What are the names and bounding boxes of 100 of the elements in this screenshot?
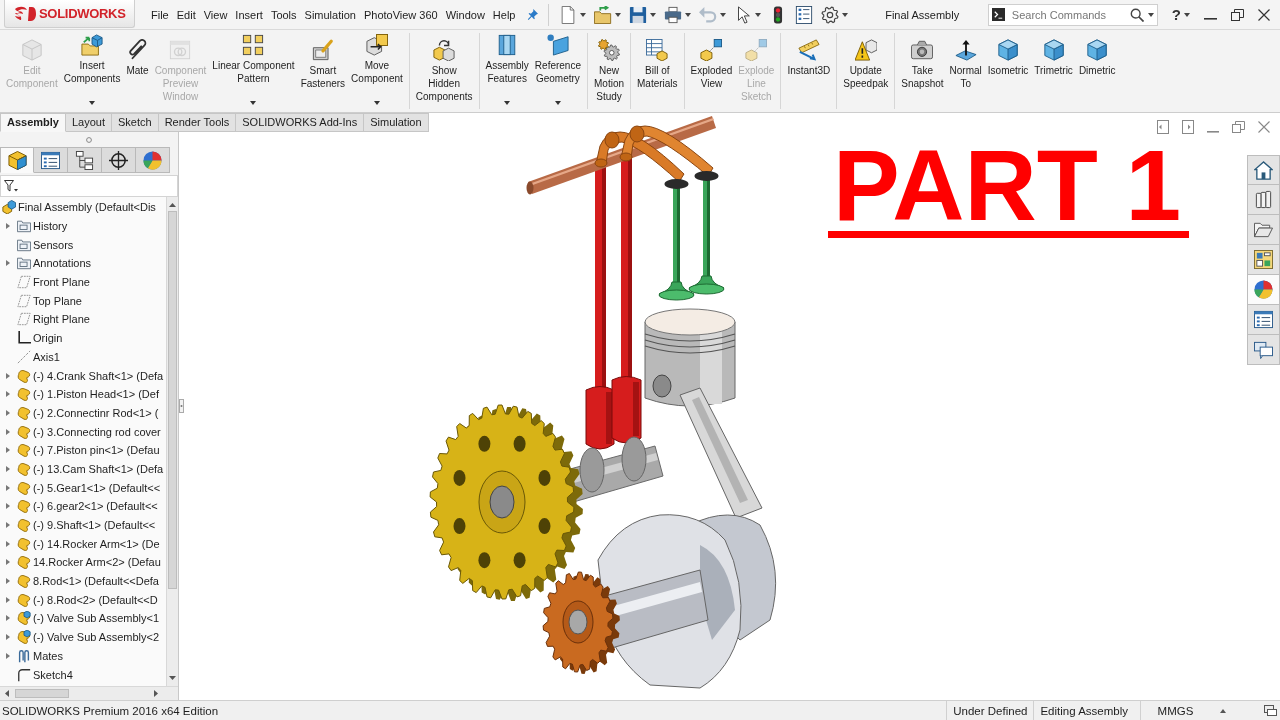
panel-tab[interactable]	[0, 147, 34, 173]
splitter-handle-icon[interactable]	[179, 399, 184, 413]
tree-item[interactable]: Sensors	[33, 238, 74, 251]
panel-right-icon[interactable]	[1182, 120, 1194, 134]
ribbon-button[interactable]: New Motion Study	[591, 30, 627, 112]
menu-item[interactable]: Simulation	[304, 8, 356, 21]
ribbon-button[interactable]: Update Speedpak	[840, 30, 892, 112]
restore-icon[interactable]	[1231, 8, 1244, 21]
expand-arrow-icon[interactable]	[6, 409, 10, 416]
tree-item[interactable]: Right Plane	[33, 313, 90, 326]
tree-item[interactable]: (-) Valve Sub Assembly<2	[33, 631, 160, 644]
task-pane-tab[interactable]	[1247, 215, 1280, 245]
logo-button[interactable]: SOLIDWORKS	[4, 0, 135, 28]
menu-item[interactable]: View	[203, 8, 228, 21]
ribbon-button[interactable]: Insert Components	[60, 30, 124, 112]
task-pane-tab[interactable]	[1247, 185, 1280, 215]
filter-field[interactable]	[0, 175, 178, 197]
ribbon-button[interactable]: Isometric	[984, 30, 1032, 112]
close-icon[interactable]	[1258, 8, 1270, 21]
menu-item[interactable]: Window	[445, 8, 485, 21]
tree-item[interactable]: (-) 14.Rocker Arm<1> (De	[33, 537, 160, 550]
menu-item[interactable]: File	[151, 8, 169, 21]
tree-item[interactable]: Origin	[33, 332, 63, 345]
menu-item[interactable]: Tools	[270, 8, 297, 21]
search-field[interactable]: Search Commands	[987, 3, 1158, 26]
tree-item[interactable]: (-) 1.Piston Head<1> (Def	[33, 388, 159, 401]
scroll-right-icon[interactable]	[154, 690, 158, 697]
expand-arrow-icon[interactable]	[6, 540, 10, 547]
caret-icon[interactable]	[504, 101, 511, 105]
panel-tab[interactable]	[68, 147, 102, 173]
tree-item[interactable]: (-) 8.Rod<2> (Default<<D	[33, 593, 158, 606]
tree-item[interactable]: (-) Valve Sub Assembly<1	[33, 612, 160, 625]
ribbon-button[interactable]: Smart Fasteners	[297, 30, 349, 112]
tree-item[interactable]: Annotations	[33, 257, 92, 270]
ribbon-button[interactable]: Show Hidden Components	[412, 30, 476, 112]
scrollbar-thumb[interactable]	[15, 689, 69, 698]
caret-icon[interactable]	[554, 101, 561, 105]
tree-item[interactable]: Front Plane	[33, 276, 90, 289]
chat-icon[interactable]	[1264, 704, 1277, 717]
command-tab[interactable]: Sketch	[112, 113, 159, 132]
caret-icon[interactable]	[685, 12, 692, 17]
vertical-scrollbar[interactable]	[166, 197, 178, 686]
caret-icon[interactable]	[615, 12, 622, 17]
ribbon-button[interactable]: Linear Component Pattern	[209, 30, 298, 112]
panel-tab[interactable]	[102, 147, 136, 173]
expand-arrow-icon[interactable]	[6, 559, 10, 566]
ribbon-button[interactable]: Bill of Materials	[634, 30, 681, 112]
scroll-down-icon[interactable]	[169, 676, 176, 680]
tree-item[interactable]: Top Plane	[33, 294, 82, 307]
expand-arrow-icon[interactable]	[6, 522, 10, 529]
caret-icon[interactable]	[580, 12, 587, 17]
caret-icon[interactable]	[373, 101, 380, 105]
menu-item[interactable]: Insert	[235, 8, 263, 21]
print-icon[interactable]	[664, 5, 683, 24]
help-menu[interactable]: ?	[1171, 6, 1181, 23]
horizontal-scrollbar[interactable]	[0, 686, 178, 700]
search-icon[interactable]	[1129, 7, 1144, 22]
tree-item[interactable]: (-) 7.Piston pin<1> (Defau	[33, 444, 160, 457]
task-pane-tab[interactable]	[1247, 305, 1280, 335]
menu-item[interactable]: Help	[492, 8, 516, 21]
tree-item[interactable]: 8.Rod<1> (Default<<Defa	[33, 575, 159, 588]
tree-item[interactable]: (-) 5.Gear1<1> (Default<<	[33, 481, 161, 494]
scroll-up-icon[interactable]	[169, 203, 176, 207]
task-pane-tab[interactable]	[1247, 275, 1280, 305]
caret-icon[interactable]	[89, 101, 96, 105]
expand-arrow-icon[interactable]	[6, 465, 10, 472]
expand-arrow-icon[interactable]	[6, 223, 10, 230]
caret-icon[interactable]	[1184, 12, 1190, 17]
ribbon-button[interactable]: Instant3D	[784, 30, 834, 112]
save-icon[interactable]	[629, 5, 648, 24]
panel-left-icon[interactable]	[1157, 120, 1169, 134]
caret-icon[interactable]	[250, 101, 257, 105]
page-icon[interactable]	[559, 5, 578, 24]
ribbon-button[interactable]: Trimetric	[1031, 30, 1076, 112]
folder-arrow-icon[interactable]	[594, 5, 613, 24]
expand-arrow-icon[interactable]	[6, 503, 10, 510]
tree-item[interactable]: Axis1	[33, 350, 60, 363]
command-tab[interactable]: Render Tools	[158, 113, 237, 132]
pin-icon[interactable]	[527, 9, 539, 20]
tree-item[interactable]: Final Assembly (Default<Dis	[18, 201, 156, 214]
expand-arrow-icon[interactable]	[6, 447, 10, 454]
ribbon-button[interactable]: Dimetric	[1075, 30, 1119, 112]
ribbon-button[interactable]: Mate	[123, 30, 152, 112]
task-pane-tab[interactable]	[1247, 335, 1280, 365]
caret-icon[interactable]	[1220, 708, 1226, 713]
ribbon-button[interactable]: Move Component	[348, 30, 406, 112]
splitter-dot-icon[interactable]	[86, 136, 92, 143]
expand-arrow-icon[interactable]	[6, 391, 10, 398]
expand-arrow-icon[interactable]	[6, 260, 10, 267]
tree-item[interactable]: (-) 2.Connectinr Rod<1> (	[33, 406, 159, 419]
command-tab[interactable]: Simulation	[364, 113, 429, 132]
ribbon-button[interactable]: Exploded View	[687, 30, 736, 112]
expand-arrow-icon[interactable]	[6, 596, 10, 603]
menu-item[interactable]: Edit	[176, 8, 196, 21]
command-tab[interactable]: Layout	[66, 113, 112, 132]
tree-item[interactable]: (-) 3.Connecting rod cover	[33, 425, 161, 438]
ribbon-button[interactable]: Normal To	[946, 30, 985, 112]
expand-arrow-icon[interactable]	[6, 484, 10, 491]
ribbon-button[interactable]: Take Snapshot	[898, 30, 947, 112]
expand-arrow-icon[interactable]	[6, 372, 10, 379]
